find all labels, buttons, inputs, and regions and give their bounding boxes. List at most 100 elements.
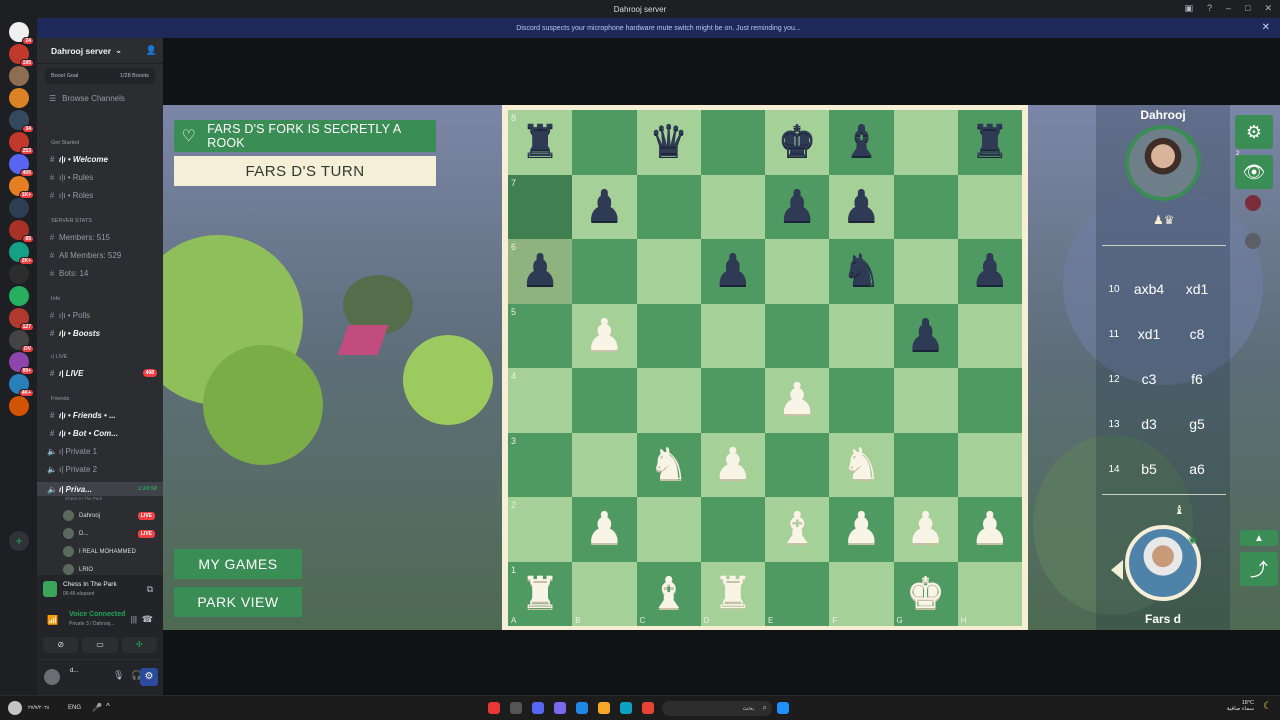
server-icon[interactable] (9, 88, 29, 108)
close-notice-icon[interactable]: ✕ (1262, 22, 1270, 33)
folder-icon[interactable] (598, 702, 610, 714)
server-icon[interactable]: 4K+ (9, 374, 34, 397)
voice-user[interactable]: Dahrooj LIVE (37, 508, 163, 523)
server-icon[interactable]: 405 (9, 154, 34, 177)
board-square[interactable]: ♟ (957, 239, 1022, 304)
black-pawn-icon[interactable]: ♟ (906, 313, 945, 358)
chess-board[interactable]: 8 ♜ ♛ ♚ ♝ ♜ 7 ♟ ♟ ♟ 6 ♟ ♟ ♞ ♟ 5 ♟ ♟ 4 ♟ 3 ♞ ♟ ♞ 2 ♟ ♝ ♟ ♟ ♟ 1 A ♜ B C ♝ D ♜ E F… (508, 110, 1022, 626)
board-square[interactable] (700, 174, 765, 239)
channel-item[interactable]: # ı|ı • Bot • Com... (37, 426, 163, 440)
app-icon[interactable] (488, 702, 500, 714)
black-rook-icon[interactable]: ♜ (970, 120, 1009, 164)
board-square[interactable]: ♛ (636, 110, 701, 175)
black-pawn-icon[interactable]: ♟ (842, 184, 881, 229)
server-icon[interactable]: 2K+ (9, 242, 34, 265)
board-square[interactable] (572, 110, 637, 175)
channel-category[interactable]: SERVER STATS (37, 214, 163, 228)
activity-panel[interactable]: Chess In The Park 06:46 elapsed ⧉ (37, 575, 163, 605)
board-square[interactable] (957, 432, 1022, 497)
video-off-button[interactable]: ⊘ (43, 637, 79, 653)
channel-item[interactable]: # ı|ı • Rules (37, 170, 163, 184)
channel-item[interactable]: # ı|ı • Polls (37, 308, 163, 322)
board-square[interactable] (636, 174, 701, 239)
server-icon[interactable]: 99+ (9, 352, 34, 375)
server-icon[interactable] (9, 66, 29, 86)
microphone-icon[interactable]: 🎙 (113, 670, 124, 681)
server-icon[interactable] (9, 396, 29, 416)
boost-goal[interactable]: Boost Goal 1/28 Boosts (45, 68, 155, 84)
channel-category[interactable]: Friends (37, 392, 163, 406)
board-square[interactable]: ♝ (765, 497, 830, 562)
board-square[interactable]: 2 (508, 497, 573, 562)
channel-item[interactable]: # ı|ı • Welcome (37, 152, 163, 166)
edge-icon[interactable] (620, 702, 632, 714)
channel-category[interactable]: Get Started (37, 136, 163, 150)
channel-category[interactable]: Info (37, 292, 163, 306)
board-square[interactable]: 4 (508, 368, 573, 433)
white-knight-icon[interactable]: ♞ (649, 442, 688, 487)
help-icon[interactable]: ? (1207, 3, 1212, 14)
white-king-icon[interactable]: ♚ (906, 571, 945, 616)
settings-gear-icon[interactable]: ⚙ (140, 668, 158, 686)
white-pawn-icon[interactable]: ♟ (842, 507, 881, 551)
board-square[interactable]: ♟ (893, 303, 958, 368)
white-pawn-icon[interactable]: ♟ (585, 507, 624, 551)
settings-gear-button[interactable]: ⚙ (1235, 115, 1273, 149)
white-pawn-icon[interactable]: ♟ (777, 378, 816, 422)
black-king-icon[interactable]: ♚ (777, 120, 816, 164)
black-pawn-icon[interactable]: ♟ (585, 184, 624, 229)
board-square[interactable]: ♟ (765, 174, 830, 239)
search-input[interactable]: بحث ⌕ (662, 701, 772, 716)
my-games-button[interactable]: MY GAMES (174, 549, 302, 579)
discord-icon[interactable] (532, 702, 544, 714)
board-square[interactable]: 3 (508, 432, 573, 497)
heart-icon[interactable]: ♡ (174, 126, 203, 146)
board-square[interactable] (893, 239, 958, 304)
channel-item[interactable]: 🔈 ı| Private 1 (37, 444, 163, 458)
avatar[interactable] (1245, 233, 1261, 249)
white-bishop-icon[interactable]: ♝ (777, 507, 816, 551)
board-square[interactable]: ♟ (829, 174, 894, 239)
board-square[interactable]: F (829, 561, 894, 626)
board-square[interactable]: ♟ (700, 432, 765, 497)
move-row[interactable]: 11 xd1 c8 (1102, 324, 1226, 344)
microphone-icon[interactable]: 🎤 (92, 703, 102, 712)
board-square[interactable]: G ♚ (893, 561, 958, 626)
board-square[interactable]: ♚ (765, 110, 830, 175)
board-square[interactable] (893, 432, 958, 497)
white-pawn-icon[interactable]: ♟ (585, 313, 624, 358)
board-square[interactable]: 1 A ♜ (508, 561, 573, 626)
board-square[interactable]: ♞ (829, 432, 894, 497)
language-indicator[interactable]: ENG (68, 705, 81, 711)
board-square[interactable]: ♟ (572, 303, 637, 368)
board-square[interactable]: E (765, 561, 830, 626)
black-bishop-icon[interactable]: ♝ (842, 120, 881, 164)
board-square[interactable] (636, 239, 701, 304)
board-square[interactable]: ♟ (700, 239, 765, 304)
board-square[interactable] (765, 303, 830, 368)
board-square[interactable] (636, 368, 701, 433)
white-rook-icon[interactable]: ♜ (520, 571, 559, 616)
move-row[interactable]: 14 b5 a6 (1102, 459, 1226, 479)
channel-item[interactable]: 🔈 ı| Private 2 (37, 462, 163, 476)
board-square[interactable]: B (572, 561, 637, 626)
app-icon[interactable] (576, 702, 588, 714)
board-square[interactable] (572, 432, 637, 497)
board-square[interactable]: ♟ (893, 497, 958, 562)
board-square[interactable] (572, 368, 637, 433)
board-square[interactable]: D ♜ (700, 561, 765, 626)
server-header[interactable]: Dahrooj server ⌄ 👤 (37, 38, 163, 64)
black-pawn-icon[interactable]: ♟ (520, 249, 559, 293)
board-square[interactable] (700, 368, 765, 433)
channel-item[interactable]: # ı| LIVE 498 (37, 366, 163, 380)
channel-item[interactable]: # ı|ı • Boosts (37, 326, 163, 340)
white-pawn-icon[interactable]: ♟ (906, 507, 945, 551)
add-server-button[interactable]: + (9, 531, 29, 551)
board-square[interactable]: H (957, 561, 1022, 626)
black-pawn-icon[interactable]: ♟ (713, 249, 752, 293)
avatar[interactable] (1245, 195, 1261, 211)
voice-user[interactable]: D... LIVE (37, 526, 163, 541)
chrome-icon[interactable] (642, 702, 654, 714)
board-square[interactable]: ♟ (765, 368, 830, 433)
board-square[interactable]: ♟ (572, 174, 637, 239)
